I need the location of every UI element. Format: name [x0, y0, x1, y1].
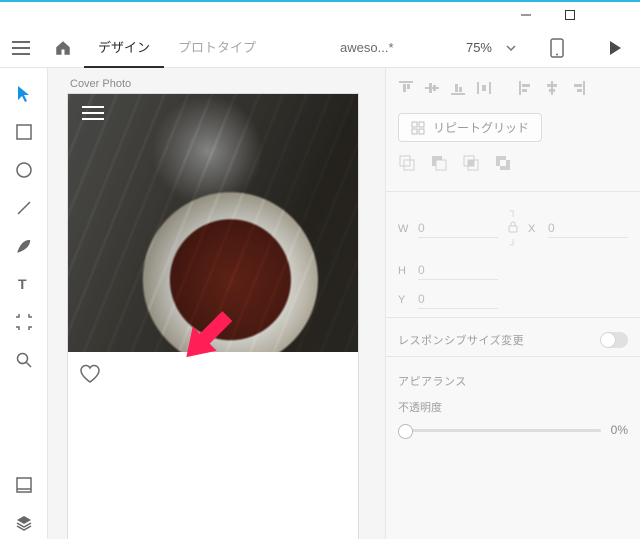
zoom-dropdown[interactable]: 75% — [466, 40, 516, 55]
bool-add-icon[interactable] — [398, 154, 416, 177]
canvas[interactable]: Cover Photo — [48, 68, 385, 539]
align-left-icon[interactable] — [518, 80, 534, 101]
cover-photo-image[interactable] — [68, 94, 358, 352]
height-field[interactable]: H 0 — [398, 261, 498, 280]
align-vcenter-icon[interactable] — [424, 80, 440, 101]
document-name[interactable]: aweso...* — [340, 40, 393, 55]
align-right-icon[interactable] — [570, 80, 586, 101]
boolean-ops-group — [398, 154, 628, 177]
height-label: H — [398, 265, 410, 277]
hamburger-menu-button[interactable] — [0, 28, 42, 68]
mode-tabs: デザイン プロトタイプ — [84, 28, 270, 68]
pen-tool[interactable] — [8, 230, 40, 262]
assets-panel-button[interactable] — [8, 469, 40, 501]
tab-design[interactable]: デザイン — [84, 28, 164, 68]
window-close-button[interactable] — [592, 2, 636, 28]
heart-icon[interactable] — [78, 362, 102, 386]
repeat-grid-button[interactable]: リピートグリッド — [398, 113, 542, 142]
select-tool[interactable] — [8, 78, 40, 110]
responsive-resize-label: レスポンシブサイズ変更 — [398, 332, 524, 348]
height-value[interactable]: 0 — [418, 261, 498, 280]
svg-text:T: T — [18, 276, 27, 292]
y-field[interactable]: Y 0 — [398, 290, 498, 309]
width-label: W — [398, 223, 410, 235]
transform-section: W 0 ┐ ┘ X 0 H 0 Y 0 — [398, 206, 628, 309]
lock-aspect-icon[interactable] — [508, 221, 518, 236]
bool-intersect-icon[interactable] — [462, 154, 480, 177]
opacity-label: 不透明度 — [398, 399, 628, 415]
zoom-value: 75% — [466, 40, 492, 55]
hamburger-icon — [82, 106, 104, 120]
artboard-title[interactable]: Cover Photo — [70, 78, 358, 90]
play-preview-button[interactable] — [598, 28, 632, 68]
zoom-tool[interactable] — [8, 344, 40, 376]
properties-panel: リピートグリッド W 0 ┐ ┘ X 0 H — [385, 68, 640, 539]
chevron-down-icon — [506, 45, 516, 51]
rectangle-tool[interactable] — [8, 116, 40, 148]
opacity-slider[interactable] — [398, 429, 601, 432]
opacity-value[interactable]: 0% — [611, 423, 628, 437]
distribute-v-icon[interactable] — [476, 80, 492, 101]
x-field[interactable]: X 0 — [528, 219, 628, 238]
repeat-grid-icon — [411, 121, 425, 135]
bool-exclude-icon[interactable] — [494, 154, 512, 177]
artboard-tool[interactable] — [8, 306, 40, 338]
align-vertical-group — [506, 80, 586, 101]
line-tool[interactable] — [8, 192, 40, 224]
y-label: Y — [398, 294, 410, 306]
align-top-icon[interactable] — [398, 80, 414, 101]
responsive-resize-toggle[interactable] — [600, 332, 628, 348]
x-value[interactable]: 0 — [548, 219, 628, 238]
window-maximize-button[interactable] — [548, 2, 592, 28]
window-minimize-button[interactable] — [504, 2, 548, 28]
text-tool[interactable]: T — [8, 268, 40, 300]
y-value[interactable]: 0 — [418, 290, 498, 309]
appearance-section-title: アピアランス — [398, 373, 628, 389]
width-field[interactable]: W 0 — [398, 219, 498, 238]
repeat-grid-label: リピートグリッド — [433, 119, 529, 136]
align-horizontal-group — [398, 80, 492, 101]
align-hcenter-icon[interactable] — [544, 80, 560, 101]
layers-panel-button[interactable] — [8, 507, 40, 539]
device-preview-button[interactable] — [540, 28, 574, 68]
artboard[interactable] — [68, 94, 358, 539]
home-button[interactable] — [42, 28, 84, 68]
align-bottom-icon[interactable] — [450, 80, 466, 101]
tab-prototype[interactable]: プロトタイプ — [164, 28, 270, 68]
tool-sidebar: T — [0, 68, 48, 539]
x-label: X — [528, 223, 540, 235]
width-value[interactable]: 0 — [418, 219, 498, 238]
app-toolbar: デザイン プロトタイプ aweso...* 75% — [0, 28, 640, 68]
window-titlebar — [0, 0, 640, 28]
ellipse-tool[interactable] — [8, 154, 40, 186]
bool-subtract-icon[interactable] — [430, 154, 448, 177]
